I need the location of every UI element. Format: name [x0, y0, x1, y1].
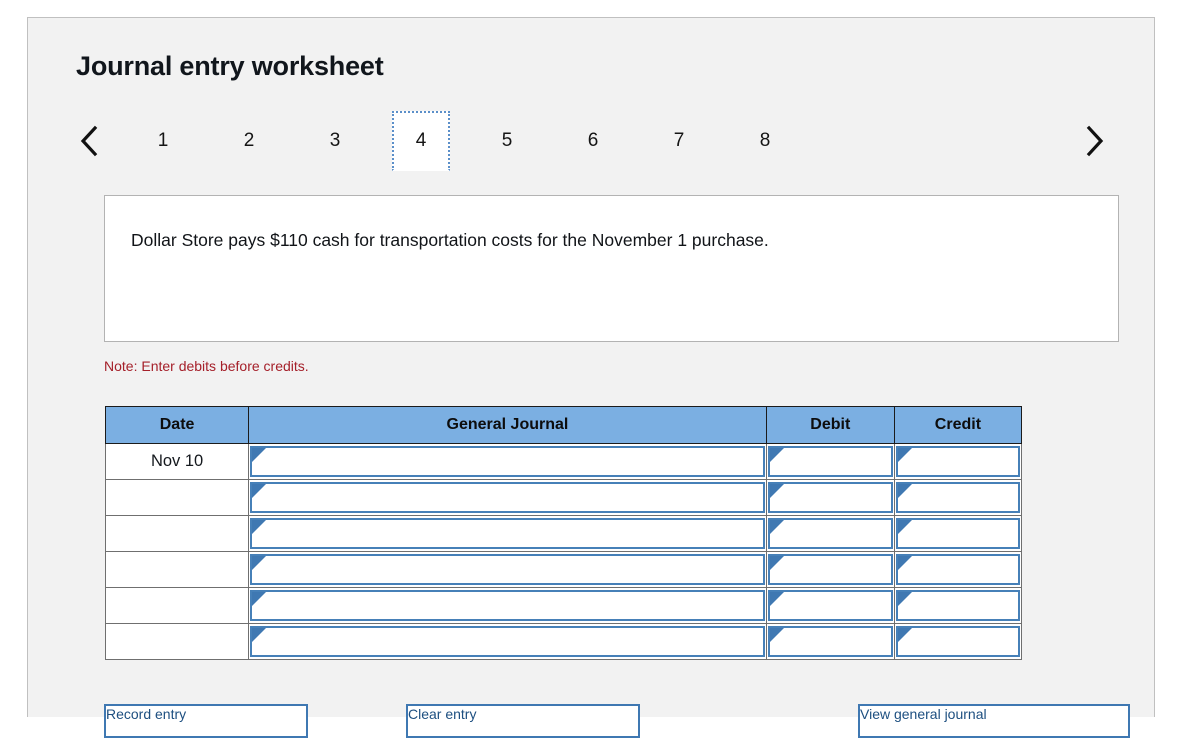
next-page-button[interactable] [1078, 119, 1112, 163]
general-journal-cell-row-1[interactable] [248, 443, 767, 480]
table-row [104, 551, 1023, 588]
date-cell-row-2[interactable] [104, 479, 250, 516]
transaction-description-box: Dollar Store pays $110 cash for transpor… [104, 195, 1119, 342]
account-title-input-row-2[interactable] [250, 482, 765, 513]
transaction-description-text: Dollar Store pays $110 cash for transpor… [131, 230, 769, 250]
date-cell-row-4[interactable] [104, 551, 250, 588]
account-title-input-row-5[interactable] [250, 590, 765, 621]
table-header-row: Date General Journal Debit Credit [104, 406, 1023, 444]
credit-input-row-6[interactable] [895, 626, 1020, 657]
debit-input-row-2[interactable] [767, 482, 893, 513]
general-journal-cell-row-3[interactable] [248, 515, 767, 552]
tab-strip: 1 2 3 4 5 6 7 8 [72, 111, 1112, 173]
view-general-journal-button[interactable]: View general journal [858, 704, 1130, 738]
column-header-credit: Credit [893, 406, 1023, 444]
credit-cell-row-3[interactable] [893, 515, 1023, 552]
tab-3[interactable]: 3 [306, 111, 364, 171]
general-journal-cell-row-6[interactable] [248, 623, 767, 660]
debit-input-row-6[interactable] [767, 626, 893, 657]
credit-input-row-3[interactable] [895, 518, 1020, 549]
date-cell-row-6[interactable] [104, 623, 250, 660]
worksheet-card: Journal entry worksheet 1 2 3 4 5 6 7 8 [27, 17, 1155, 738]
credit-input-row-4[interactable] [895, 554, 1020, 585]
record-entry-button[interactable]: Record entry [104, 704, 308, 738]
action-button-row: Record entry Clear entry View general jo… [104, 704, 1134, 744]
chevron-left-icon [78, 124, 100, 158]
table-row: Nov 10 [104, 443, 1023, 480]
table-row [104, 623, 1023, 660]
page-title: Journal entry worksheet [76, 51, 384, 81]
table-row [104, 587, 1023, 624]
clear-entry-button[interactable]: Clear entry [406, 704, 640, 738]
debit-cell-row-4[interactable] [765, 551, 895, 588]
tab-4[interactable]: 4 [392, 111, 450, 171]
date-cell-row-1[interactable]: Nov 10 [104, 443, 250, 480]
debit-input-row-3[interactable] [767, 518, 893, 549]
debit-cell-row-1[interactable] [765, 443, 895, 480]
tab-8[interactable]: 8 [736, 111, 794, 171]
tab-2[interactable]: 2 [220, 111, 278, 171]
date-cell-row-3[interactable] [104, 515, 250, 552]
journal-entry-table: Date General Journal Debit Credit Nov 10 [104, 406, 1023, 660]
journal-entry-page: Journal entry worksheet 1 2 3 4 5 6 7 8 [0, 0, 1182, 738]
column-header-date: Date [104, 406, 250, 444]
debit-cell-row-2[interactable] [765, 479, 895, 516]
tab-5[interactable]: 5 [478, 111, 536, 171]
debit-input-row-4[interactable] [767, 554, 893, 585]
credit-input-row-5[interactable] [895, 590, 1020, 621]
debit-input-row-5[interactable] [767, 590, 893, 621]
account-title-input-row-3[interactable] [250, 518, 765, 549]
general-journal-cell-row-2[interactable] [248, 479, 767, 516]
tab-6[interactable]: 6 [564, 111, 622, 171]
date-cell-row-5[interactable] [104, 587, 250, 624]
column-header-debit: Debit [765, 406, 895, 444]
tab-1[interactable]: 1 [134, 111, 192, 171]
credit-cell-row-2[interactable] [893, 479, 1023, 516]
account-title-input-row-1[interactable] [250, 446, 765, 477]
tab-list: 1 2 3 4 5 6 7 8 [134, 111, 822, 173]
account-title-input-row-4[interactable] [250, 554, 765, 585]
debit-cell-row-3[interactable] [765, 515, 895, 552]
debit-input-row-1[interactable] [767, 446, 893, 477]
tab-7[interactable]: 7 [650, 111, 708, 171]
credit-cell-row-1[interactable] [893, 443, 1023, 480]
chevron-right-icon [1084, 124, 1106, 158]
previous-page-button[interactable] [72, 119, 106, 163]
table-row [104, 479, 1023, 516]
table-row [104, 515, 1023, 552]
general-journal-cell-row-4[interactable] [248, 551, 767, 588]
debit-cell-row-6[interactable] [765, 623, 895, 660]
credit-input-row-2[interactable] [895, 482, 1020, 513]
credit-input-row-1[interactable] [895, 446, 1020, 477]
credit-cell-row-5[interactable] [893, 587, 1023, 624]
account-title-input-row-6[interactable] [250, 626, 765, 657]
general-journal-cell-row-5[interactable] [248, 587, 767, 624]
debit-cell-row-5[interactable] [765, 587, 895, 624]
debits-before-credits-note: Note: Enter debits before credits. [104, 358, 309, 374]
credit-cell-row-4[interactable] [893, 551, 1023, 588]
credit-cell-row-6[interactable] [893, 623, 1023, 660]
column-header-general-journal: General Journal [248, 406, 767, 444]
